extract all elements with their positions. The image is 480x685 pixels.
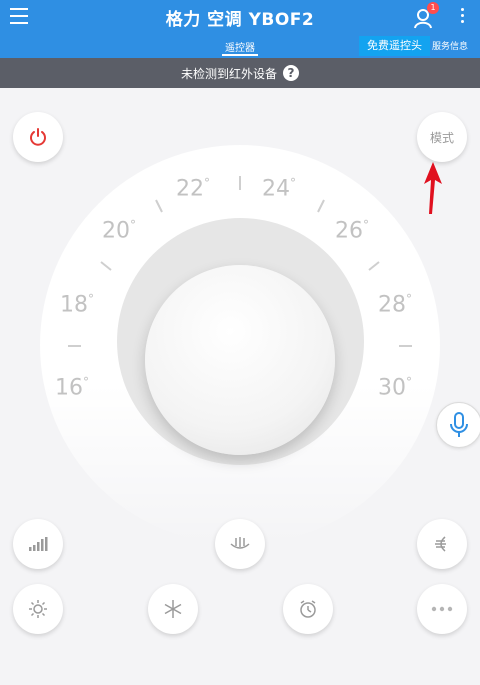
swing-horizontal-icon bbox=[435, 536, 446, 552]
temp-label-22[interactable]: 22° bbox=[176, 176, 210, 201]
timer-button[interactable] bbox=[283, 584, 333, 634]
page-title: 格力 空调 YBOF2 bbox=[165, 10, 315, 30]
fan-speed-button[interactable] bbox=[13, 519, 63, 569]
temp-label-20[interactable]: 20° bbox=[102, 218, 136, 243]
power-icon bbox=[30, 128, 46, 146]
temperature-knob[interactable] bbox=[145, 265, 335, 455]
snowflake-icon bbox=[164, 600, 182, 618]
more-icon[interactable] bbox=[458, 8, 466, 26]
signal-bars-icon bbox=[29, 537, 48, 551]
temp-label-24[interactable]: 24° bbox=[262, 176, 296, 201]
mode-button[interactable]: 模式 bbox=[417, 112, 467, 162]
power-button[interactable] bbox=[13, 112, 63, 162]
top-header: 格力 空调 YBOF2 1 遥控器 免费遥控头 服务信息 bbox=[0, 0, 480, 58]
temp-label-30[interactable]: 30° bbox=[378, 375, 412, 400]
temp-label-18[interactable]: 18° bbox=[60, 292, 94, 317]
mode-label: 模式 bbox=[429, 130, 454, 145]
horizontal-swing-button[interactable] bbox=[417, 519, 467, 569]
light-button[interactable] bbox=[13, 584, 63, 634]
free-remote-button[interactable]: 免费遥控头 bbox=[359, 36, 430, 56]
temp-label-26[interactable]: 26° bbox=[335, 218, 369, 243]
temp-label-28[interactable]: 28° bbox=[378, 292, 412, 317]
ellipsis-icon bbox=[431, 606, 453, 612]
swing-vertical-icon bbox=[230, 537, 250, 549]
microphone-icon bbox=[450, 412, 468, 437]
alarm-clock-icon bbox=[300, 600, 316, 618]
ir-notice-text: 未检测到红外设备 bbox=[180, 66, 277, 81]
voice-button[interactable] bbox=[436, 402, 480, 448]
sun-icon bbox=[29, 600, 47, 618]
tab-remote[interactable]: 遥控器 bbox=[212, 39, 268, 54]
arrow-annotation-icon bbox=[424, 162, 442, 214]
tab-service-info[interactable]: 服务信息 bbox=[432, 39, 468, 52]
tab-active-indicator bbox=[222, 54, 258, 56]
ir-notice-bar: 未检测到红外设备 ? bbox=[0, 58, 480, 88]
temp-label-16[interactable]: 16° bbox=[55, 375, 89, 400]
more-functions-button[interactable] bbox=[417, 584, 467, 634]
cool-mode-button[interactable] bbox=[148, 584, 198, 634]
help-icon[interactable]: ? bbox=[283, 65, 299, 81]
notification-badge: 1 bbox=[427, 2, 439, 14]
vertical-swing-button[interactable] bbox=[215, 519, 265, 569]
